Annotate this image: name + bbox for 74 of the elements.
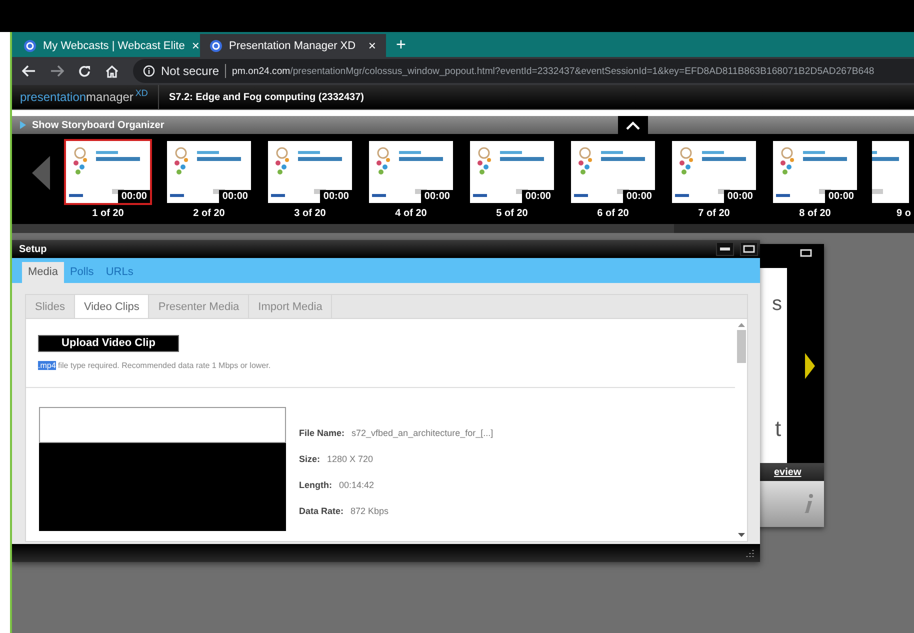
forward-icon[interactable] <box>50 65 64 77</box>
slide-label: 3 of 20 <box>294 208 326 219</box>
field-label: File Name: <box>299 428 345 438</box>
tab-title: My Webcasts | Webcast Elite <box>43 40 185 52</box>
slide-label: 1 of 20 <box>92 208 124 219</box>
duration-badge: 00:00 <box>118 190 150 203</box>
field-label: Data Rate: <box>299 506 344 516</box>
slide-label: 8 of 20 <box>799 208 831 219</box>
field-label: Size: <box>299 454 320 464</box>
slide-thumbnail[interactable]: 00:00 <box>569 139 657 205</box>
site-icon <box>24 40 36 52</box>
scroll-up-icon[interactable] <box>738 322 744 327</box>
preview-link[interactable]: eview <box>774 466 802 478</box>
info-icon[interactable] <box>143 65 155 77</box>
slide-thumbnail[interactable]: 00:00 <box>165 139 253 205</box>
duration-badge: 00:00 <box>522 190 554 203</box>
storyboard-toggle[interactable]: Show Storyboard Organizer <box>32 120 612 130</box>
close-icon[interactable]: × <box>192 38 200 53</box>
slide-thumbnail[interactable]: 00:00 <box>64 139 152 205</box>
field-value: s72_vfbed_an_architecture_for_[...] <box>352 428 494 438</box>
duration-badge: 00:00 <box>724 190 756 203</box>
minimize-button[interactable] <box>716 242 734 256</box>
file-type-note: .mp4 file type required. Recommended data rate 1 Mbps or lower. <box>38 360 272 370</box>
site-icon <box>210 40 222 52</box>
tab[interactable]: Video Clips <box>74 295 150 318</box>
field-value: 1280 X 720 <box>327 454 374 464</box>
field-value: 872 Kbps <box>350 506 389 516</box>
maximize-button[interactable] <box>740 242 758 256</box>
reload-icon[interactable] <box>78 64 91 78</box>
window-title: Setup <box>19 244 48 254</box>
slide-thumbnail[interactable]: 00:00 <box>670 139 758 205</box>
field-label: Length: <box>299 480 332 490</box>
slide-text-fragment: s <box>772 293 782 316</box>
caret-up-icon <box>626 120 640 130</box>
slide-thumbnail[interactable]: 00:00 <box>266 139 354 205</box>
slide-label: 9 o <box>896 208 911 219</box>
duration-badge: 00:00 <box>320 190 352 203</box>
app-logo: presentationmanager $^{XD}$ <box>12 85 159 109</box>
slide-label: 4 of 20 <box>395 208 427 219</box>
minimize-icon <box>720 247 730 251</box>
back-icon[interactable] <box>22 65 36 77</box>
slide-label: 5 of 20 <box>496 208 528 219</box>
duration-badge: 00:00 <box>623 190 655 203</box>
home-icon[interactable] <box>105 64 119 78</box>
maximize-icon[interactable] <box>800 249 812 257</box>
duration-badge: 00:00 <box>421 190 453 203</box>
scroll-thumb[interactable] <box>736 330 746 363</box>
maximize-icon <box>743 245 755 253</box>
scroll-down-icon[interactable] <box>738 533 744 538</box>
tab-title: Presentation Manager XD <box>229 40 357 52</box>
collapse-button[interactable] <box>618 116 648 134</box>
next-arrow-icon[interactable] <box>805 352 815 378</box>
duration-badge: 00:00 <box>825 190 857 203</box>
browser-tab[interactable]: Presentation Manager XD × <box>200 34 386 57</box>
field-value: 00:14:42 <box>339 480 374 490</box>
slide-label: 7 of 20 <box>698 208 730 219</box>
address-field[interactable]: Not secure pm.on24.com/presentationMgr/colossus_window_popout.html?eventId=2332437&eventSessionId=1&key=EFD8AD811B863B168071B2D5AD267B648 <box>133 59 914 83</box>
security-label: Not secure <box>161 64 220 78</box>
upload-button[interactable]: Upload Video Clip <box>38 334 179 352</box>
slide-text-fragment: t <box>775 416 782 442</box>
slide-label: 6 of 20 <box>597 208 629 219</box>
slide-thumbnail[interactable]: 00:00 <box>468 139 556 205</box>
duration-badge: 00:00 <box>219 190 251 203</box>
close-icon[interactable]: × <box>368 38 376 53</box>
event-title: S7.2: Edge and Fog computing (2332437) <box>168 92 364 102</box>
slide-thumbnail[interactable]: 00:00 <box>367 139 455 205</box>
resize-grip-icon[interactable] <box>745 548 754 558</box>
tab[interactable]: Media <box>22 262 64 283</box>
new-tab-button[interactable]: + <box>396 36 406 53</box>
slide-thumbnail[interactable]: 00:00 <box>771 139 859 205</box>
previous-arrow-icon[interactable] <box>32 156 50 190</box>
url-text: pm.on24.com/presentationMgr/colossus_window_popout.html?eventId=2332437&eventSessionId=1&key=EFD8AD811B863B168071B2D5AD267B648 <box>232 66 874 76</box>
scrollbar[interactable] <box>12 224 914 233</box>
slide-label: 2 of 20 <box>193 208 225 219</box>
